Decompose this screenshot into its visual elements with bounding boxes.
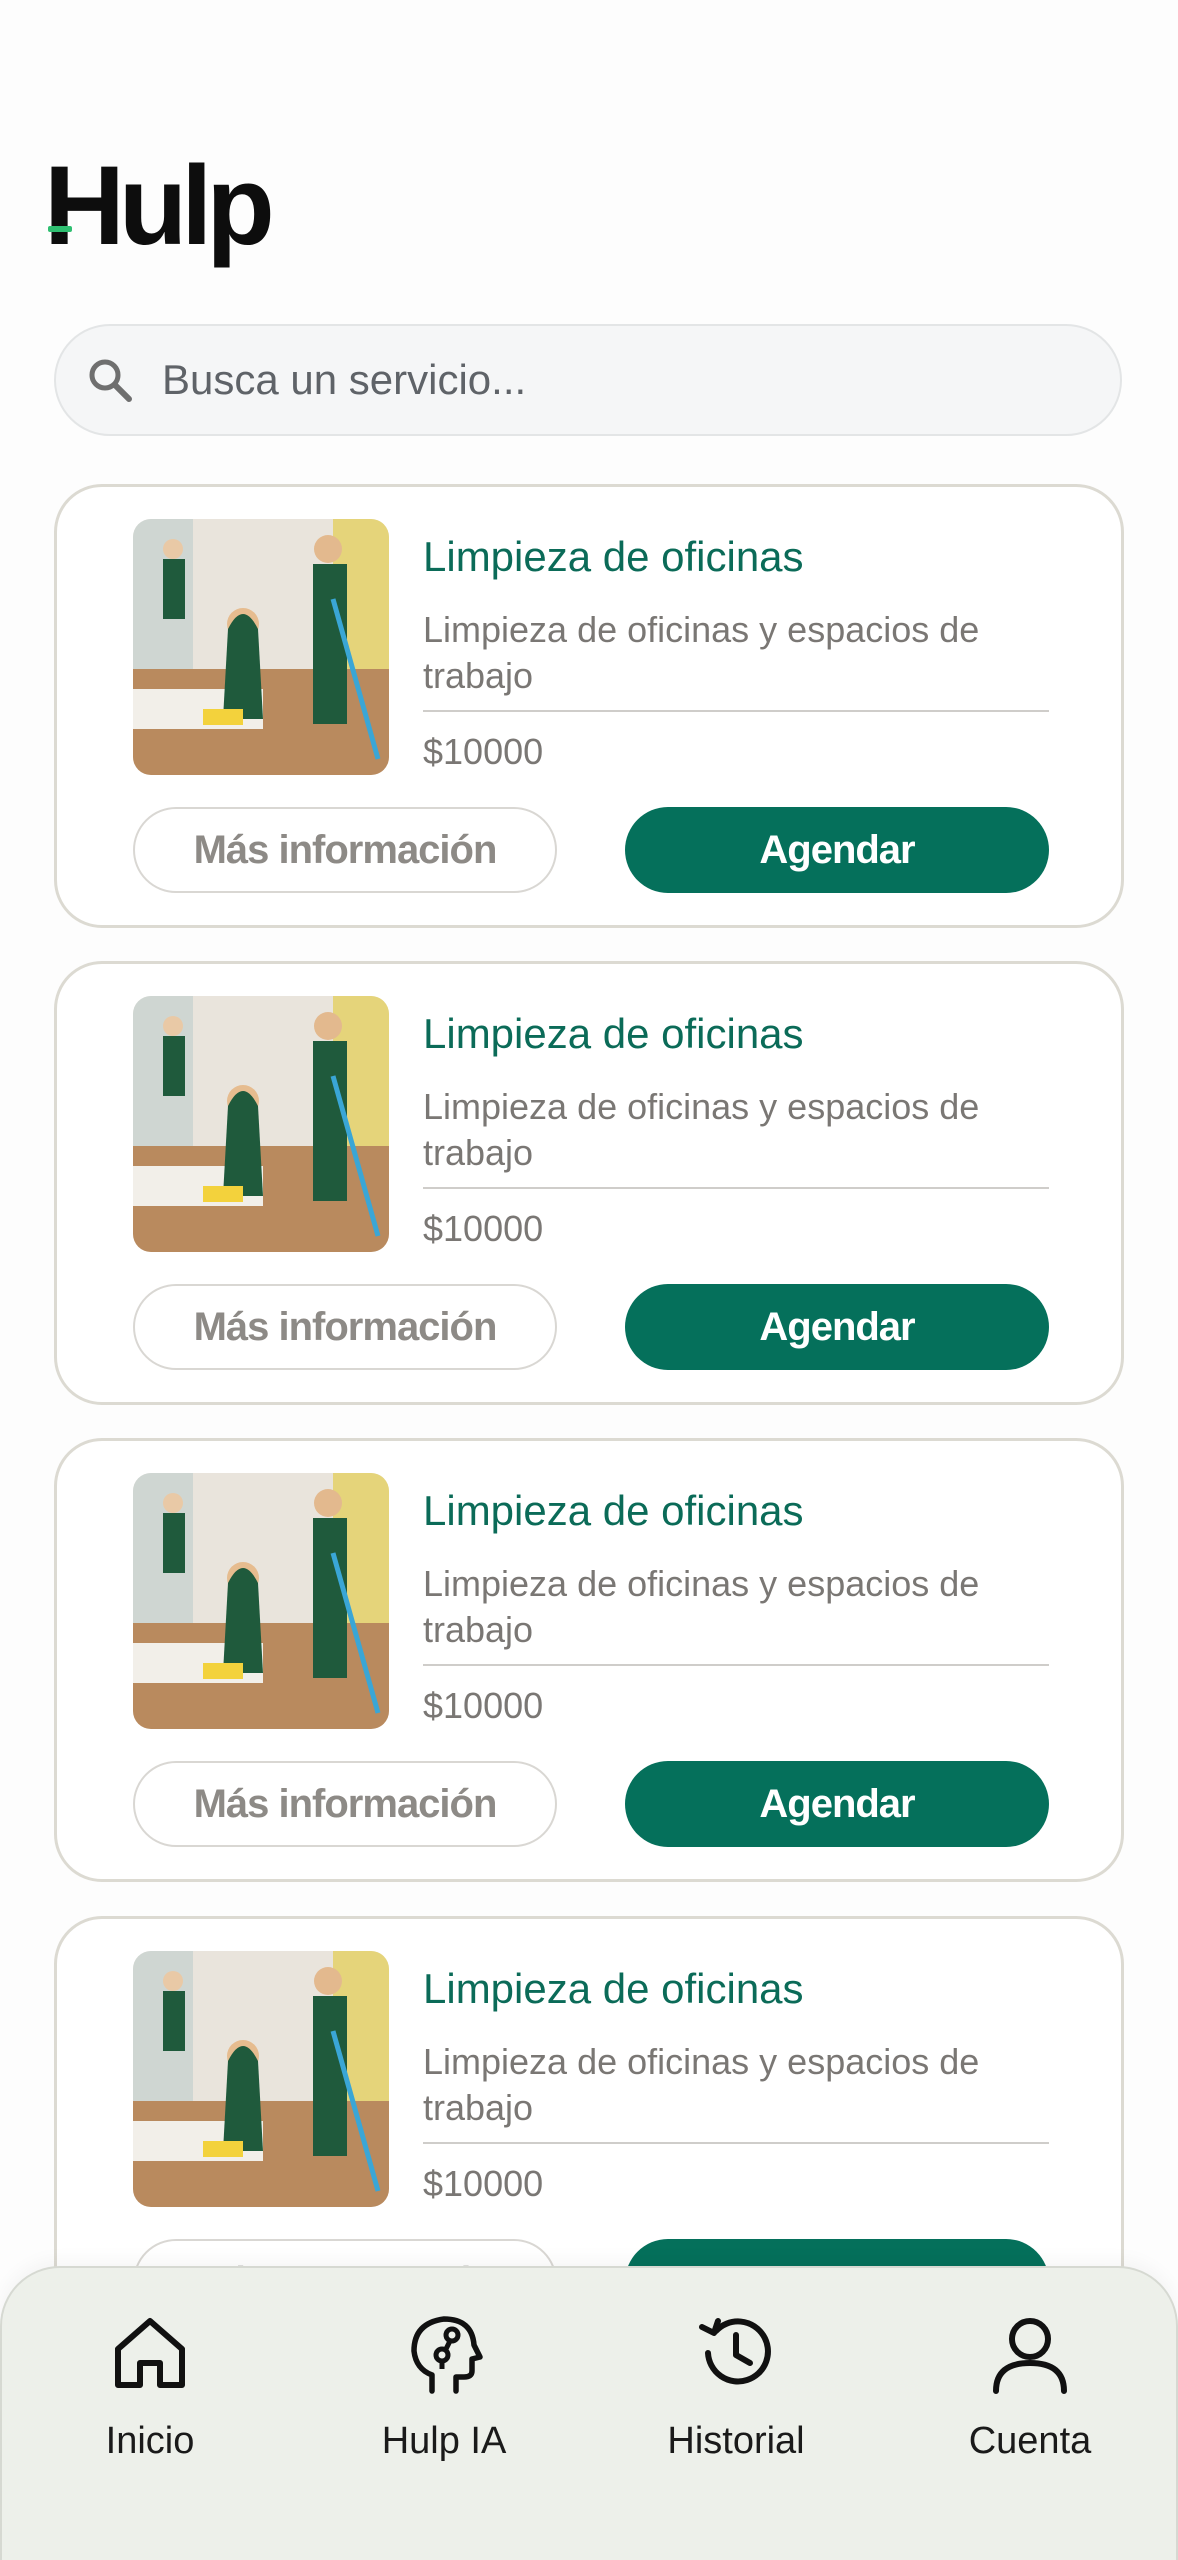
service-card: Limpieza de oficinas Limpieza de oficina… (54, 1438, 1124, 1882)
service-card: Limpieza de oficinas Limpieza de oficina… (54, 484, 1124, 928)
nav-label: Cuenta (968, 2420, 1092, 2462)
service-title: Limpieza de oficinas (423, 1487, 804, 1534)
service-description: Limpieza de oficinas y espacios de traba… (423, 1563, 980, 1650)
service-description: Limpieza de oficinas y espacios de traba… (423, 2041, 980, 2128)
logo-text: Hulp (44, 143, 275, 268)
search-input[interactable] (160, 355, 1044, 405)
nav-item-cuenta[interactable]: Cuenta (910, 2308, 1150, 2463)
hulp-logo: Hulp (44, 143, 275, 268)
service-price: $10000 (423, 1685, 544, 1726)
logo-accent-dash (48, 226, 72, 232)
card-divider (423, 2142, 1049, 2144)
app-screen: Hulp Busca un servicio... Limpieza de of… (0, 0, 1178, 2560)
more-info-button[interactable]: Más información (133, 1761, 557, 1847)
service-image (133, 519, 389, 775)
nav-label: Inicio (105, 2420, 195, 2462)
bottom-navigation: Inicio Hulp IA Historial Cuenta (0, 2266, 1178, 2560)
service-image (133, 996, 389, 1252)
card-divider (423, 1664, 1049, 1666)
history-icon (691, 2308, 781, 2398)
card-divider (423, 1187, 1049, 1189)
service-card: Limpieza de oficinas Limpieza de oficina… (54, 961, 1124, 1405)
service-price: $10000 (423, 731, 544, 772)
service-price: $10000 (423, 2163, 544, 2204)
more-info-button[interactable]: Más información (133, 807, 557, 893)
nav-label: Hulp IA (381, 2420, 507, 2462)
more-info-button[interactable]: Más información (133, 1284, 557, 1370)
nav-label: Historial (667, 2420, 805, 2462)
user-icon (985, 2308, 1075, 2398)
search-bar[interactable] (54, 324, 1122, 436)
service-image (133, 1951, 389, 2207)
card-divider (423, 710, 1049, 712)
service-title: Limpieza de oficinas (423, 1010, 804, 1057)
search-icon (84, 354, 136, 406)
nav-item-hulp-ia[interactable]: Hulp IA (324, 2308, 564, 2463)
book-button[interactable]: Agendar (625, 1284, 1049, 1370)
service-description: Limpieza de oficinas y espacios de traba… (423, 1086, 980, 1173)
home-icon (105, 2308, 195, 2398)
book-button[interactable]: Agendar (625, 1761, 1049, 1847)
book-button[interactable]: Agendar (625, 807, 1049, 893)
service-description: Limpieza de oficinas y espacios de traba… (423, 609, 980, 696)
nav-item-inicio[interactable]: Inicio (30, 2308, 270, 2463)
service-title: Limpieza de oficinas (423, 1965, 804, 2012)
service-image (133, 1473, 389, 1729)
service-price: $10000 (423, 1208, 544, 1249)
nav-item-historial[interactable]: Historial (616, 2308, 856, 2463)
service-title: Limpieza de oficinas (423, 533, 804, 580)
ai-head-icon (399, 2308, 489, 2398)
